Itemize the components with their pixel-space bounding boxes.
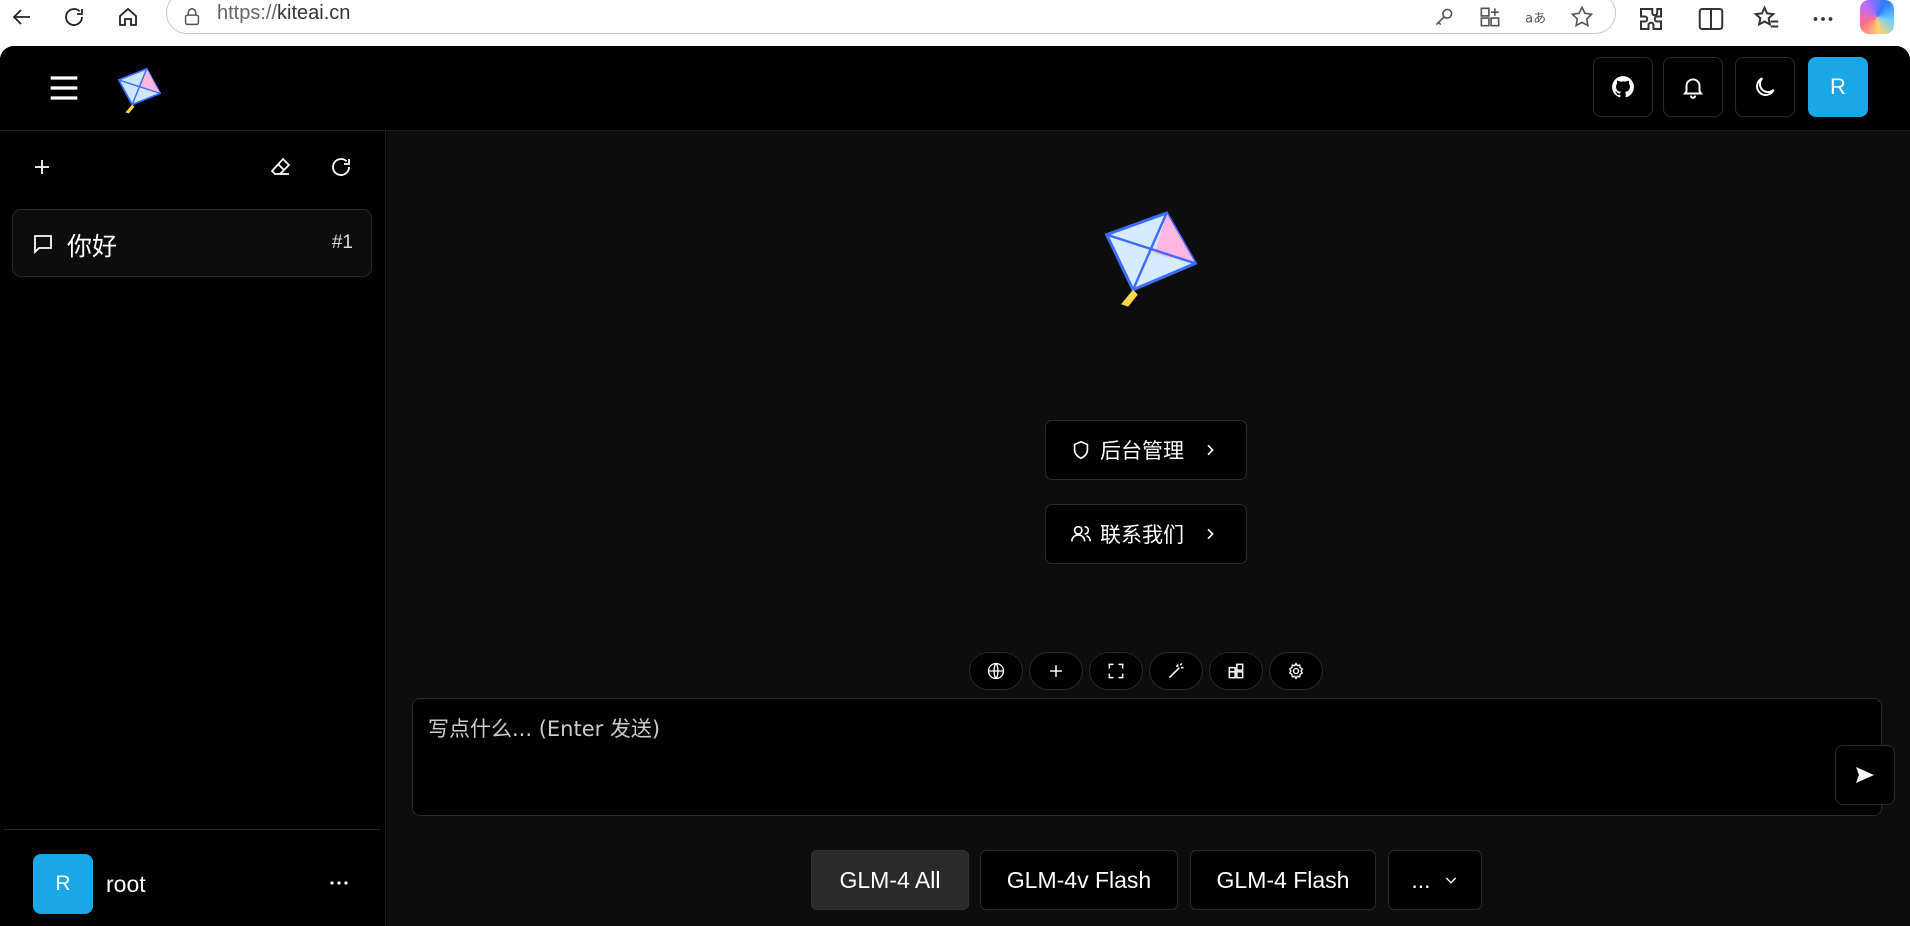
globe-icon: [987, 662, 1005, 680]
kite-logo-icon[interactable]: [112, 62, 168, 118]
shield-icon: [1073, 440, 1089, 460]
settings-button[interactable]: [1269, 652, 1323, 690]
menu-icon[interactable]: [44, 68, 84, 108]
github-icon: [1612, 76, 1634, 98]
split-screen-icon[interactable]: [1696, 4, 1726, 34]
model-label: ...: [1411, 866, 1431, 893]
magic-wand-icon: [1168, 662, 1184, 679]
favorites-icon[interactable]: [1752, 4, 1782, 34]
reload-icon: [65, 8, 83, 26]
more-options-icon[interactable]: [324, 871, 354, 895]
model-label: GLM-4 Flash: [1216, 866, 1350, 893]
moon-icon: [1756, 77, 1775, 96]
top-bar: R: [0, 46, 1910, 131]
key-icon[interactable]: [1431, 4, 1457, 30]
chat-bubble-icon: [34, 235, 52, 255]
message-input-box: [412, 698, 1895, 816]
send-button[interactable]: [1835, 745, 1895, 805]
address-bar[interactable]: https://kiteai.cn aあ: [166, 0, 1616, 34]
copilot-icon[interactable]: [1860, 0, 1894, 34]
clear-chats-button[interactable]: [265, 151, 297, 183]
app-available-icon[interactable]: [1477, 4, 1503, 30]
plus-icon: [1050, 665, 1062, 677]
url-host: kiteai.cn: [277, 2, 351, 24]
model-more-dropdown[interactable]: ...: [1388, 850, 1482, 910]
bell-icon: [1682, 78, 1704, 99]
users-icon: [1071, 525, 1091, 542]
more-icon[interactable]: [1808, 4, 1838, 34]
app-window: R 你好 #1 R root 后台管理 联系我们 写点什么... (Enter …: [0, 46, 1910, 926]
sidebar-user-avatar[interactable]: R: [33, 854, 93, 914]
url-text[interactable]: https://kiteai.cn: [217, 2, 350, 25]
theme-toggle-button[interactable]: [1735, 57, 1795, 117]
model-label: GLM-4v Flash: [1006, 866, 1152, 893]
model-label: GLM-4 All: [839, 866, 941, 893]
fullscreen-button[interactable]: [1089, 652, 1143, 690]
conversation-item[interactable]: 你好 #1: [12, 209, 372, 277]
expand-icon: [1108, 663, 1124, 679]
conversation-title: 你好: [67, 232, 118, 261]
conversation-number: #1: [331, 232, 353, 253]
chevron-right-icon: [1207, 444, 1214, 456]
magic-button[interactable]: [1149, 652, 1203, 690]
reload-button[interactable]: [54, 0, 94, 34]
plus-icon: [35, 160, 49, 174]
admin-link-label: 后台管理: [1100, 439, 1184, 463]
kite-logo-icon: [1104, 211, 1198, 307]
user-avatar[interactable]: R: [1808, 57, 1868, 117]
svg-text:aあ: aあ: [1525, 11, 1546, 26]
refresh-icon: [332, 158, 350, 176]
arrow-left-icon: [12, 9, 30, 25]
settings-icon: [1288, 662, 1304, 680]
add-attachment-button[interactable]: [1029, 652, 1083, 690]
translate-icon[interactable]: aあ: [1523, 4, 1549, 30]
web-search-button[interactable]: [969, 652, 1023, 690]
avatar-letter: R: [1830, 74, 1846, 99]
admin-link-button[interactable]: 后台管理: [1045, 420, 1247, 480]
chevron-right-icon: [1207, 528, 1214, 540]
notifications-button[interactable]: [1663, 57, 1723, 117]
home-icon: [119, 7, 137, 26]
message-input[interactable]: [428, 713, 1728, 803]
contact-link-button[interactable]: 联系我们: [1045, 504, 1247, 564]
github-button[interactable]: [1593, 57, 1653, 117]
favorite-star-icon[interactable]: [1569, 4, 1595, 30]
model-glm4-flash[interactable]: GLM-4 Flash: [1190, 850, 1376, 910]
refresh-button[interactable]: [325, 151, 357, 183]
url-scheme: https://: [217, 2, 278, 24]
sidebar: 你好 #1 R root: [0, 131, 386, 926]
username: root: [106, 871, 146, 897]
contact-link-label: 联系我们: [1100, 523, 1184, 547]
send-icon: [1856, 767, 1874, 783]
extensions-icon[interactable]: [1636, 4, 1666, 34]
main-panel: 后台管理 联系我们 写点什么... (Enter 发送) GLM-4 All G…: [387, 131, 1910, 926]
back-button[interactable]: [2, 0, 42, 34]
model-glm4-all[interactable]: GLM-4 All: [811, 850, 969, 910]
sidebar-divider: [4, 829, 380, 830]
lock-icon[interactable]: [181, 6, 203, 28]
chevron-down-icon: [1445, 877, 1456, 884]
eraser-icon: [270, 157, 291, 175]
home-button[interactable]: [108, 0, 148, 34]
model-glm4v-flash[interactable]: GLM-4v Flash: [980, 850, 1178, 910]
new-chat-button[interactable]: [26, 151, 58, 183]
browser-chrome: https://kiteai.cn aあ: [0, 0, 1910, 46]
apps-icon: [1228, 663, 1244, 679]
apps-button[interactable]: [1209, 652, 1263, 690]
avatar-letter: R: [55, 872, 71, 895]
